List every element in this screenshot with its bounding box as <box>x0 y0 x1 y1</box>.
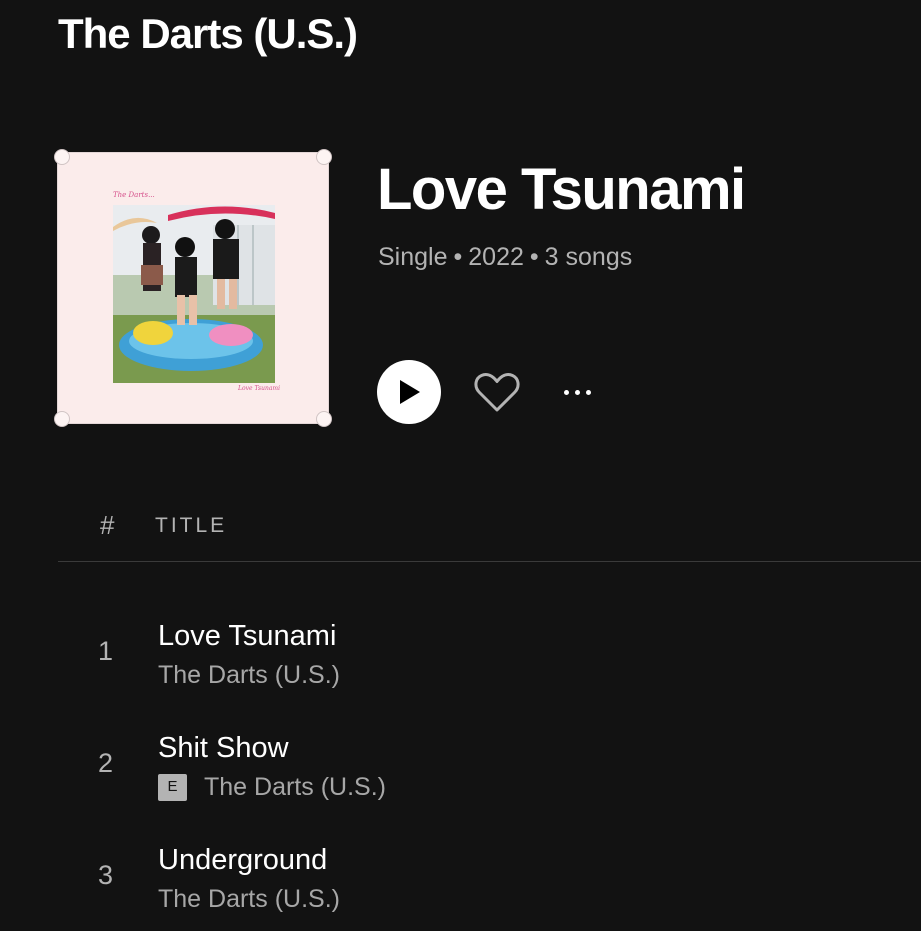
track-row[interactable]: 1 Love Tsunami The Darts (U.S.) <box>58 618 921 718</box>
track-artist: The Darts (U.S.) <box>158 882 340 916</box>
track-artist-link[interactable]: The Darts (U.S.) <box>158 882 340 916</box>
album-page: The Darts (U.S.) The Darts... Love Tsuna… <box>0 0 921 931</box>
album-cover: The Darts... Love Tsunami <box>54 149 332 427</box>
column-header-title[interactable]: TITLE <box>155 514 227 538</box>
track-title[interactable]: Underground <box>158 842 327 878</box>
heart-icon <box>474 373 520 412</box>
play-icon <box>400 380 420 404</box>
more-options-icon <box>563 389 569 395</box>
cover-signature-top: The Darts... <box>113 191 155 199</box>
cover-corner <box>54 411 70 427</box>
track-title[interactable]: Shit Show <box>158 730 289 766</box>
cover-photo <box>113 205 275 383</box>
track-artist-link[interactable]: The Darts (U.S.) <box>204 770 386 804</box>
album-song-count: 3 songs <box>544 243 633 271</box>
track-title[interactable]: Love Tsunami <box>158 618 336 654</box>
album-type: Single <box>378 243 448 271</box>
cover-photo-image <box>113 205 275 383</box>
album-title: Love Tsunami <box>377 157 746 222</box>
meta-separator: • <box>453 243 463 271</box>
meta-separator: • <box>529 243 539 271</box>
album-meta: Single • 2022 • 3 songs <box>378 240 632 274</box>
track-artist-link[interactable]: The Darts (U.S.) <box>158 658 340 692</box>
play-button[interactable] <box>377 360 441 424</box>
track-artist: The Darts (U.S.) <box>158 658 340 692</box>
track-artist: E The Darts (U.S.) <box>158 770 386 804</box>
album-year: 2022 <box>468 243 524 271</box>
track-row[interactable]: 2 Shit Show E The Darts (U.S.) <box>58 730 921 830</box>
more-options-icon <box>585 389 591 395</box>
tracklist-header: # TITLE <box>58 500 921 562</box>
like-button[interactable] <box>470 366 524 420</box>
track-number: 3 <box>98 860 114 890</box>
cover-corner <box>316 411 332 427</box>
more-options-icon <box>574 389 580 395</box>
cover-signature-bottom: Love Tsunami <box>238 385 281 392</box>
explicit-badge: E <box>158 773 187 801</box>
cover-corner <box>316 149 332 165</box>
more-options-button[interactable] <box>552 372 602 412</box>
track-number: 2 <box>98 748 114 778</box>
track-row[interactable]: 3 Underground The Darts (U.S.) <box>58 842 921 931</box>
artist-title[interactable]: The Darts (U.S.) <box>58 8 358 60</box>
track-number: 1 <box>98 636 114 666</box>
cover-corner <box>54 149 70 165</box>
column-header-number: # <box>100 510 115 540</box>
